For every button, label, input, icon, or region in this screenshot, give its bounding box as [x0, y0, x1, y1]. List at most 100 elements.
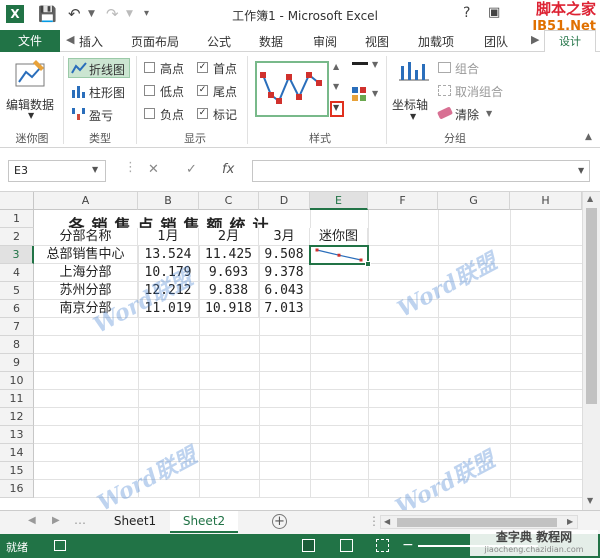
name-box-dropdown-icon[interactable]: ▼ — [92, 165, 98, 174]
save-icon[interactable]: 💾 — [38, 5, 57, 23]
column-header-g[interactable]: G — [438, 192, 510, 210]
tab-formulas[interactable]: 公式 — [207, 33, 231, 50]
table-row-value[interactable]: 9.838 — [199, 282, 259, 300]
row-header-2[interactable]: 2 — [0, 228, 34, 246]
formula-input[interactable] — [252, 160, 590, 182]
table-row-value[interactable]: 13.524 — [138, 246, 199, 264]
column-chart-icon[interactable] — [71, 84, 87, 98]
row-header-4[interactable]: 4 — [0, 264, 34, 282]
expand-formula-icon[interactable]: ▼ — [578, 166, 584, 175]
scroll-right-icon[interactable]: ▶ — [567, 517, 573, 526]
last-point-checkbox[interactable]: ✓ — [197, 85, 208, 96]
table-row-value[interactable]: 10.918 — [199, 300, 259, 318]
table-row-branch[interactable]: 上海分部 — [34, 264, 138, 282]
column-header-h[interactable]: H — [510, 192, 582, 210]
row-header-16[interactable]: 16 — [0, 480, 34, 498]
customize-quick-access-icon[interactable]: ▾ — [144, 8, 149, 19]
redo-dropdown-icon[interactable]: ▼ — [126, 9, 133, 19]
low-point-checkbox[interactable] — [144, 85, 155, 96]
row-header-5[interactable]: 5 — [0, 282, 34, 300]
vertical-scrollbar[interactable]: ▲ ▼ — [582, 192, 600, 510]
tab-scroll-left-icon[interactable]: ◀ — [66, 33, 74, 46]
row-header-12[interactable]: 12 — [0, 408, 34, 426]
tab-scroll-right-icon[interactable]: ▶ — [531, 33, 539, 46]
header-feb[interactable]: 2月 — [199, 228, 259, 246]
help-button[interactable]: ? — [463, 5, 470, 21]
marker-color-dropdown-icon[interactable]: ▼ — [372, 89, 378, 98]
selected-cell-e3[interactable] — [309, 245, 371, 267]
axis-button[interactable]: 坐标轴 ▼ — [392, 56, 436, 126]
tab-addins[interactable]: 加载项 — [418, 33, 454, 50]
sheet-next-icon[interactable]: ▶ — [52, 515, 60, 526]
undo-dropdown-icon[interactable]: ▼ — [88, 9, 95, 19]
row-header-10[interactable]: 10 — [0, 372, 34, 390]
cancel-icon[interactable]: ✕ — [148, 162, 159, 177]
column-header-c[interactable]: C — [199, 192, 259, 210]
row-header-6[interactable]: 6 — [0, 300, 34, 318]
select-all-button[interactable] — [0, 192, 34, 210]
scroll-left-icon[interactable]: ◀ — [384, 517, 390, 526]
horizontal-scrollbar[interactable]: ◀ ▶ — [380, 515, 578, 529]
clear-dropdown-icon[interactable]: ▼ — [486, 109, 492, 118]
negative-point-checkbox[interactable] — [144, 108, 155, 119]
redo-icon[interactable]: ↷ — [106, 5, 119, 23]
style-scroll-down-icon[interactable]: ▼ — [333, 82, 339, 91]
table-row-value[interactable]: 9.693 — [199, 264, 259, 282]
collapse-ribbon-icon[interactable]: ▲ — [585, 132, 592, 142]
clear-label[interactable]: 清除 — [455, 106, 479, 123]
sparkline-style-gallery[interactable] — [255, 61, 329, 117]
table-row-branch[interactable]: 总部销售中心 — [34, 246, 138, 264]
tab-split-handle-icon[interactable]: ⋮ — [368, 514, 380, 528]
column-header-f[interactable]: F — [368, 192, 438, 210]
sheet-tab-sheet1[interactable]: Sheet1 — [104, 511, 166, 533]
zoom-out-icon[interactable]: − — [402, 537, 414, 553]
insert-function-button[interactable]: fx — [222, 162, 234, 177]
tab-insert[interactable]: 插入 — [79, 33, 103, 50]
table-row-branch[interactable]: 苏州分部 — [34, 282, 138, 300]
macro-record-icon[interactable] — [54, 540, 66, 551]
high-point-checkbox[interactable] — [144, 62, 155, 73]
table-row-value[interactable]: 7.013 — [259, 300, 310, 318]
sparkline-color-dropdown-icon[interactable]: ▼ — [372, 60, 378, 69]
table-row-value[interactable]: 11.019 — [138, 300, 199, 318]
formula-bar-handle-icon[interactable]: ⋮ — [124, 160, 137, 175]
row-header-13[interactable]: 13 — [0, 426, 34, 444]
table-row-branch[interactable]: 南京分部 — [34, 300, 138, 318]
row-header-9[interactable]: 9 — [0, 354, 34, 372]
row-header-14[interactable]: 14 — [0, 444, 34, 462]
sheet-more-icon[interactable]: … — [74, 513, 86, 527]
header-sparkline[interactable]: 迷你图 — [310, 228, 368, 246]
tab-data[interactable]: 数据 — [259, 33, 283, 50]
row-header-7[interactable]: 7 — [0, 318, 34, 336]
marker-color-icon[interactable] — [351, 86, 367, 102]
table-row-value[interactable]: 12.212 — [138, 282, 199, 300]
tab-page-layout[interactable]: 页面布局 — [131, 33, 179, 50]
column-header-b[interactable]: B — [138, 192, 199, 210]
table-row-value[interactable]: 9.508 — [259, 246, 310, 264]
normal-view-icon[interactable] — [302, 539, 315, 552]
table-row-value[interactable]: 9.378 — [259, 264, 310, 282]
scroll-up-icon[interactable]: ▲ — [587, 194, 593, 203]
ribbon-display-icon[interactable]: ▣ — [488, 5, 500, 20]
edit-data-button[interactable]: 编辑数据 ▼ — [4, 56, 60, 124]
vertical-scroll-thumb[interactable] — [586, 208, 597, 404]
fill-handle[interactable] — [365, 261, 371, 267]
sheet-tab-sheet2[interactable]: Sheet2 — [170, 511, 238, 533]
page-layout-view-icon[interactable] — [340, 539, 353, 552]
scroll-down-icon[interactable]: ▼ — [587, 496, 593, 505]
winloss-chart-icon[interactable] — [71, 107, 87, 121]
column-header-a[interactable]: A — [34, 192, 138, 210]
row-header-15[interactable]: 15 — [0, 462, 34, 480]
undo-icon[interactable]: ↶ — [68, 5, 81, 23]
tab-design[interactable]: 设计 — [544, 30, 596, 53]
table-row-value[interactable]: 6.043 — [259, 282, 310, 300]
style-more-button[interactable]: ▼ — [330, 101, 344, 117]
first-point-checkbox[interactable]: ✓ — [197, 62, 208, 73]
tab-view[interactable]: 视图 — [365, 33, 389, 50]
tab-file[interactable]: 文件 — [0, 30, 60, 52]
type-column-label[interactable]: 柱形图 — [89, 84, 125, 101]
page-break-view-icon[interactable] — [376, 539, 389, 552]
row-header-11[interactable]: 11 — [0, 390, 34, 408]
type-winloss-label[interactable]: 盈亏 — [89, 107, 113, 124]
new-sheet-icon[interactable]: + — [272, 514, 287, 529]
